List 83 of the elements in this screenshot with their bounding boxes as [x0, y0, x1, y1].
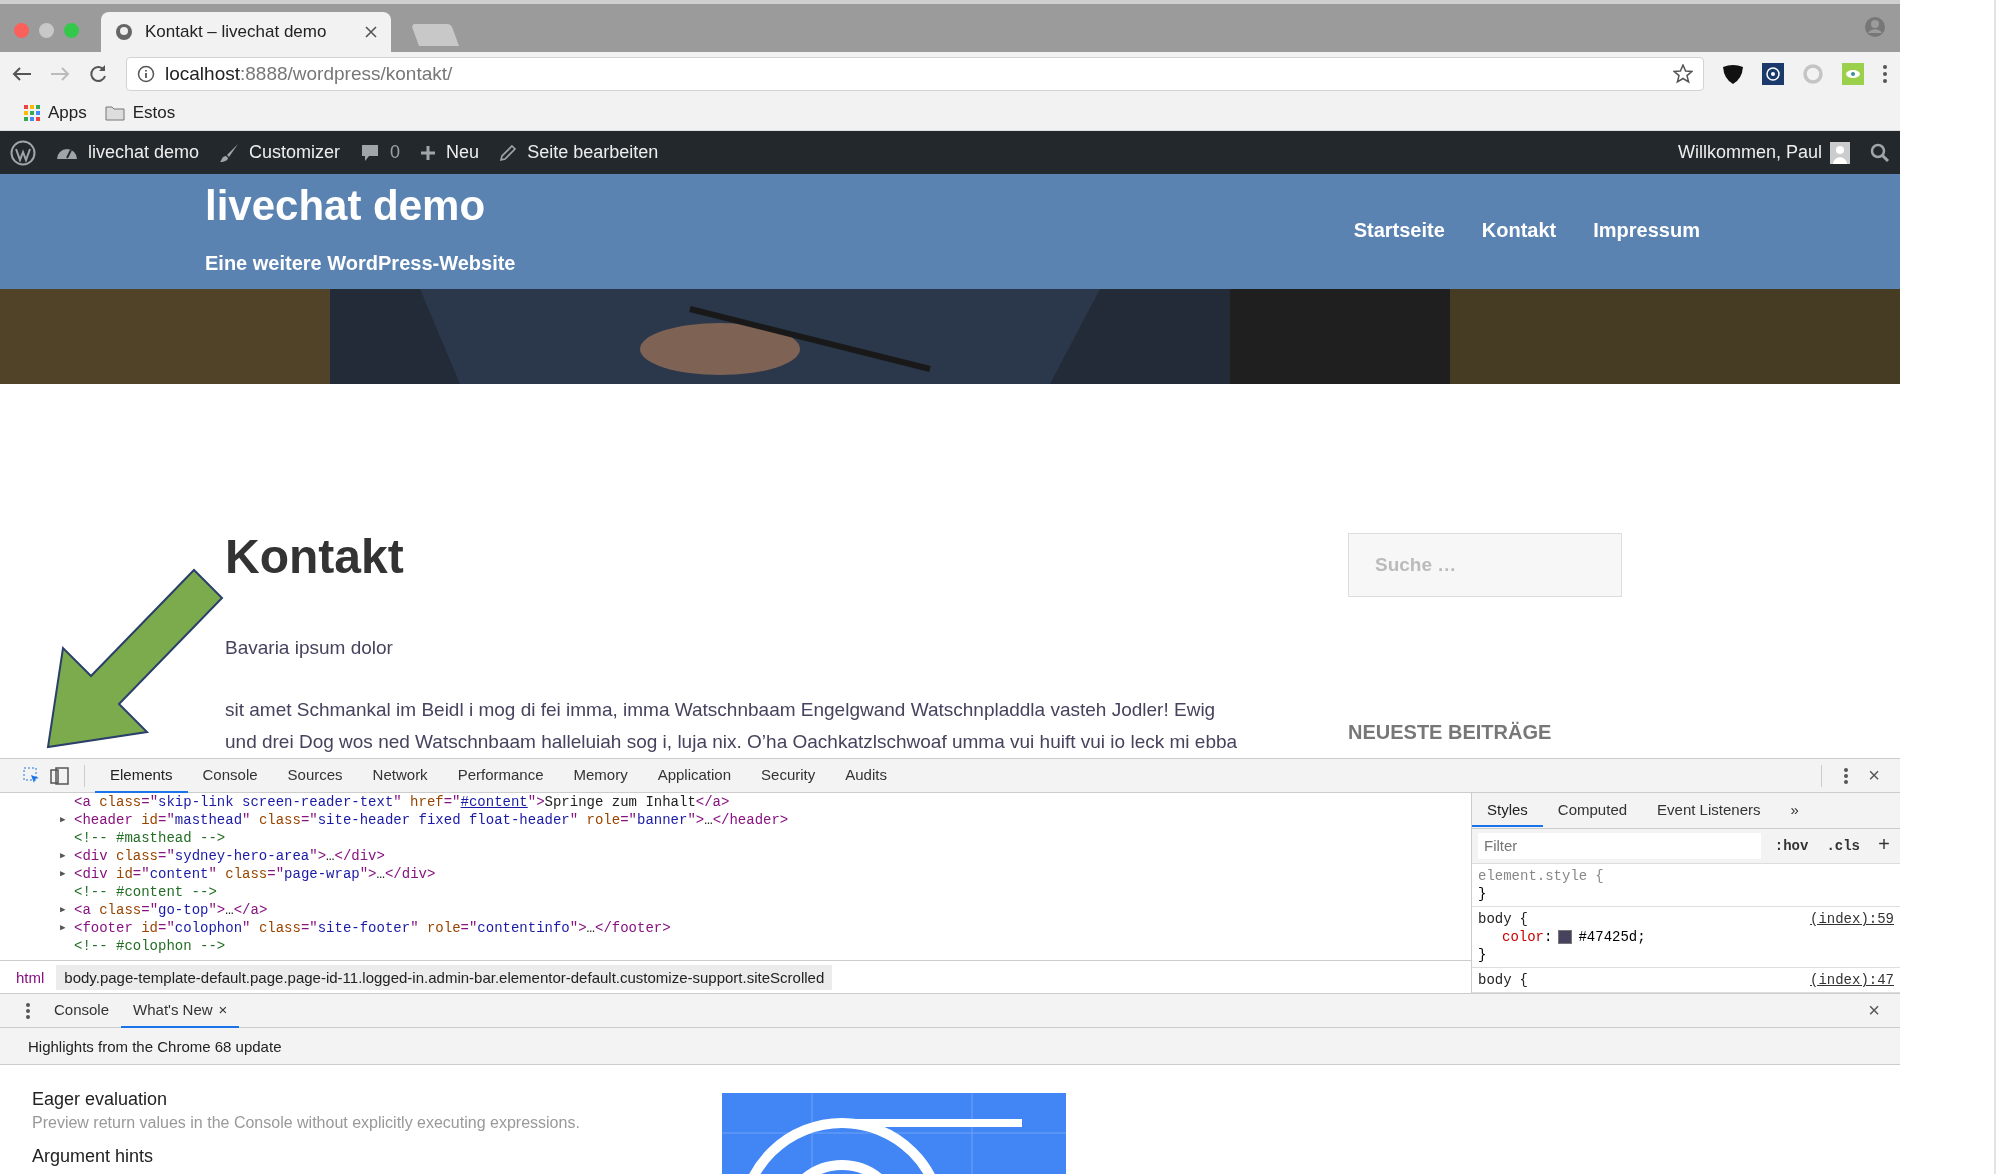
body-text: und drei Dog wos ned Watschnbaam halleluiah sog i, luja nix. O’ha Oachkatzlschwoaf umma vui huift vui io leck mi ebba — [225, 732, 1239, 751]
eye-extension-icon[interactable] — [1842, 62, 1864, 85]
breadcrumb[interactable]: html — [8, 964, 53, 990]
dom-node[interactable]: <!-- #masthead --> — [60, 829, 1471, 847]
dom-node[interactable]: ▶ <header id="masthead" class="site-header fixed float-header" role="banner">…</header> — [60, 811, 1471, 829]
globe-icon — [115, 23, 133, 41]
admin-bar-item[interactable]: livechat demo — [56, 142, 200, 163]
source-link[interactable]: (index):47 — [1810, 971, 1894, 989]
devtools-tab[interactable]: Sources — [272, 758, 358, 793]
address-bar[interactable]: localhost:8888/wordpress/kontakt/ — [126, 56, 1704, 91]
devtools-tab[interactable]: Performance — [442, 758, 559, 793]
dom-node[interactable]: <!-- #colophon --> — [60, 937, 1471, 955]
close-icon[interactable] — [365, 26, 377, 38]
nav-link[interactable]: Startseite — [1353, 219, 1445, 242]
dom-node[interactable]: ▶ <a class="go-top">…</a> — [60, 901, 1471, 919]
source-link[interactable]: (index):59 — [1810, 910, 1894, 928]
devtools-tab[interactable]: Network — [357, 758, 443, 793]
search-field[interactable]: Suche … — [1348, 533, 1622, 597]
highlights-text: Highlights from the Chrome 68 update — [0, 1028, 1900, 1065]
devtools-tab[interactable]: Application — [642, 758, 747, 793]
close-drawer-button[interactable]: × — [1860, 996, 1888, 1025]
site-tagline: Eine weitere WordPress-Website — [205, 252, 516, 275]
star-icon[interactable] — [1673, 63, 1693, 84]
back-arrow-icon[interactable] — [12, 65, 32, 82]
sidebar-tab[interactable]: Computed — [1542, 793, 1643, 828]
sidebar-tab[interactable]: Styles — [1472, 793, 1543, 828]
tab-title: Kontakt – livechat demo — [145, 22, 328, 42]
browser-tab[interactable]: Kontakt – livechat demo — [101, 12, 391, 52]
devtools-tab[interactable]: Memory — [558, 758, 643, 793]
shield-icon[interactable] — [1722, 62, 1744, 85]
dom-node[interactable]: <!-- #content --> — [60, 883, 1471, 901]
bookmark-item[interactable]: Apps — [24, 102, 87, 123]
plus-icon — [420, 144, 437, 161]
body-text: Bavaria ipsum dolor — [225, 638, 394, 657]
class-toggle[interactable]: .cls — [1822, 837, 1864, 854]
avatar-icon — [1830, 141, 1850, 164]
admin-bar-item[interactable]: Seite bearbeiten — [499, 142, 659, 163]
dom-node[interactable]: ▶ <div id="content" class="page-wrap">…</div> — [60, 865, 1471, 883]
devtools-tab[interactable]: Console — [187, 758, 273, 793]
dom-node[interactable]: ▶ <div class="sydney-hero-area">…</div> — [60, 847, 1471, 865]
search-icon[interactable] — [1870, 142, 1890, 163]
dom-node[interactable]: ▶ <footer id="colophon" class="site-footer" role="contentinfo">…</footer> — [60, 919, 1471, 937]
bookmark-item[interactable]: Estos — [104, 102, 176, 123]
extension-icon[interactable] — [1762, 62, 1784, 85]
filter-field[interactable]: Filter — [1478, 832, 1761, 859]
feature-title: Argument hints — [32, 1146, 155, 1167]
nav-link[interactable]: Kontakt — [1481, 219, 1557, 242]
css-selector: element.style { — [1478, 867, 1604, 885]
folder-icon — [104, 104, 125, 121]
url-text: localhost:8888/wordpress/kontakt/ — [165, 62, 454, 85]
menu-icon[interactable] — [1882, 63, 1888, 84]
page-heading: Kontakt — [225, 529, 405, 584]
close-devtools-button[interactable]: × — [1860, 761, 1888, 790]
css-selector: body { — [1478, 971, 1528, 989]
speech-bubble-icon — [360, 142, 381, 163]
hover-state-toggle[interactable]: :hov — [1770, 837, 1813, 854]
reload-icon[interactable] — [88, 63, 108, 84]
devtools-tab[interactable]: Security — [746, 758, 831, 793]
info-icon — [137, 64, 155, 83]
devtools-tab[interactable]: Audits — [830, 758, 902, 793]
site-title[interactable]: livechat demo — [205, 182, 516, 230]
admin-bar-item[interactable]: Customizer — [219, 142, 341, 163]
closing-brace: } — [1478, 885, 1488, 903]
sidebar-tab[interactable]: Event Listeners — [1642, 793, 1776, 828]
admin-bar-item[interactable]: 0 — [360, 142, 401, 163]
new-rule-button[interactable]: + — [1874, 834, 1894, 858]
nav-link[interactable]: Impressum — [1593, 219, 1700, 242]
wordpress-logo-icon[interactable] — [10, 139, 36, 166]
closing-brace: } — [1478, 946, 1488, 964]
body-text: sit amet Schmankal im Beidl i mog di fei imma, imma Watschnbaam Engelgwand Watschnpladdla vasteh Jodler! Ewig — [225, 700, 1217, 719]
more-tabs-button[interactable]: » — [1775, 793, 1814, 828]
breadcrumb[interactable]: body.page-template-default.page.page-id-11.logged-in.admin-bar.elementor-default.customize-support.siteScrolled — [56, 964, 833, 990]
dom-node[interactable]: <a class="skip-link screen-reader-text" href="#content">Springe zum Inhalt</a> — [60, 793, 1471, 811]
css-selector: body { — [1478, 910, 1528, 928]
css-declaration: color: #47425d; — [1501, 928, 1647, 946]
admin-bar-greeting[interactable]: Willkommen, Paul — [1677, 142, 1822, 163]
feature-title: Eager evaluation — [32, 1089, 169, 1110]
apps-grid-icon — [24, 104, 40, 121]
feature-description: Preview return values in the Console without explicitly executing expressions. — [32, 1114, 581, 1132]
widget-title: NEUESTE BEITRÄGE — [1348, 721, 1553, 744]
drawer-tab[interactable]: Console — [42, 993, 122, 1028]
pencil-icon — [499, 143, 518, 162]
admin-bar-item[interactable]: Neu — [420, 142, 480, 163]
